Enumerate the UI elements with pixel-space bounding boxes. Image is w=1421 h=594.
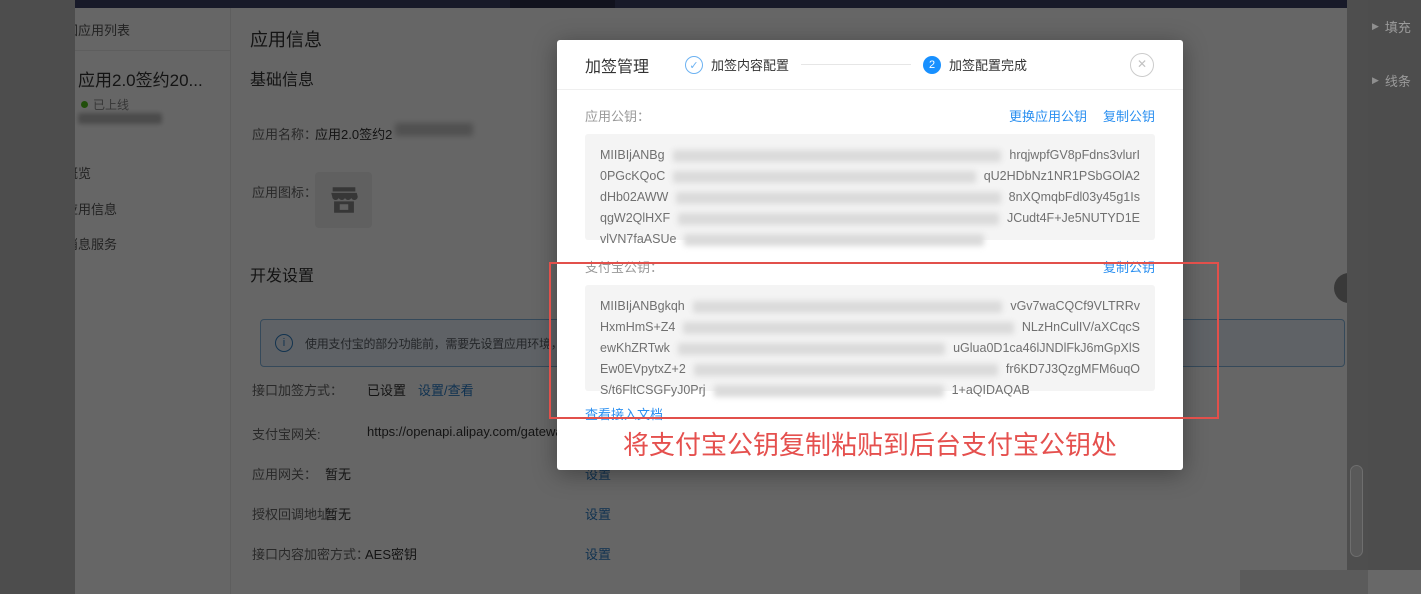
key-text: qgW2QlHXF	[600, 211, 671, 225]
redacted-text	[673, 170, 976, 183]
panel-item-line[interactable]: ▶ 线条	[1372, 71, 1411, 90]
key-text: hrqjwpfGV8pFdns3vlurI	[1009, 148, 1140, 162]
key-line: vlVN7faASUe	[600, 229, 1140, 250]
red-annotation-text: 将支付宝公钥复制粘贴到后台支付宝公钥处	[622, 431, 1117, 460]
scrollbar-track[interactable]	[1347, 0, 1368, 594]
app-public-key-box: MIIBIjANBg hrqjwpfGV8pFdns3vlurI 0PGcKQoC…	[585, 134, 1155, 246]
key-text: JCudt4F+Je5NUTYD1E	[1006, 211, 1140, 225]
step1-label: 加签内容配置	[711, 58, 790, 73]
key-text: vlVN7faASUe	[600, 232, 677, 246]
bottom-tooltip-strip-right	[1368, 570, 1421, 594]
dialog-header: 加签管理 ✓ 加签内容配置 2 加签配置完成 ✕	[557, 40, 1183, 90]
scrollbar-thumb[interactable]	[1350, 465, 1363, 557]
redacted-text	[684, 233, 985, 246]
copy-app-key-link[interactable]: 复制公钥	[1103, 106, 1155, 125]
triangle-right-icon: ▶	[1372, 21, 1379, 31]
line-label: 线条	[1384, 74, 1411, 89]
bottom-tooltip-strip	[1240, 570, 1368, 594]
redacted-text	[676, 191, 1001, 204]
step2-label: 加签配置完成	[949, 58, 1028, 73]
key-text: 8nXQmqbFdl03y45g1Is	[1008, 190, 1140, 204]
triangle-right-icon: ▶	[1372, 75, 1379, 85]
key-line: MIIBIjANBg hrqjwpfGV8pFdns3vlurI	[600, 145, 1140, 166]
key-text: qU2HDbNz1NR1PSbGOlA2	[983, 169, 1140, 183]
dialog-title: 加签管理	[585, 58, 650, 76]
close-icon[interactable]: ✕	[1130, 53, 1154, 77]
redacted-text	[678, 212, 999, 225]
step-connector	[801, 64, 912, 65]
key-line: qgW2QlHXF JCudt4F+Je5NUTYD1E	[600, 208, 1140, 229]
step2-number-icon: 2	[923, 55, 942, 74]
key-text: MIIBIjANBg	[600, 148, 665, 162]
fill-label: 填充	[1384, 20, 1411, 35]
key-line: 0PGcKQoC qU2HDbNz1NR1PSbGOlA2	[600, 166, 1140, 187]
key-text: dHb02AWW	[600, 190, 669, 204]
app-public-key-label: 应用公钥：	[585, 109, 651, 124]
app-public-key-header: 应用公钥： 更换应用公钥 复制公钥	[585, 106, 1155, 125]
panel-item-fill[interactable]: ▶ 填充	[1372, 17, 1411, 36]
steps-indicator: ✓ 加签内容配置 2 加签配置完成	[685, 55, 1027, 74]
replace-app-key-link[interactable]: 更换应用公钥	[1009, 106, 1087, 125]
key-line: dHb02AWW 8nXQmqbFdl03y45g1Is	[600, 187, 1140, 208]
key-text: 0PGcKQoC	[600, 169, 666, 183]
step-done-check-icon: ✓	[685, 55, 704, 74]
red-annotation-rectangle	[549, 262, 1219, 419]
screenshot-stage: 返回应用列表 应用2.0签约20... 已上线 概览 应用信息 消息服务 应用信…	[0, 0, 1421, 594]
redacted-text	[672, 149, 1002, 162]
